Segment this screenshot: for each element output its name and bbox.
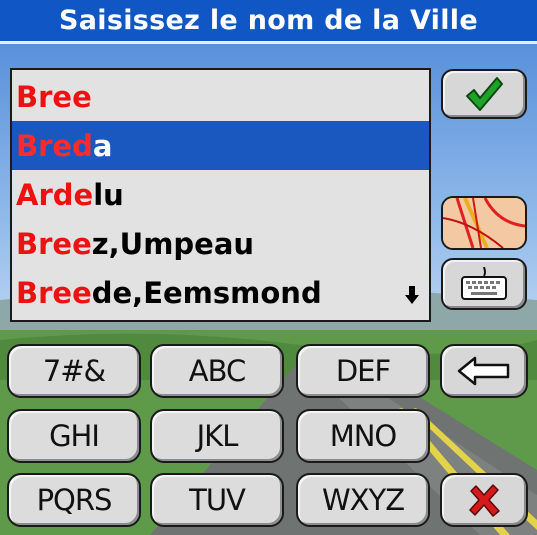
match-rest: z,Umpeau	[91, 226, 255, 261]
key-wxyz[interactable]: WXYZ	[296, 473, 430, 527]
list-item[interactable]: Bree de,Eemsmond	[12, 268, 429, 317]
checkmark-icon	[466, 77, 503, 111]
match-prefix: Bree	[16, 275, 92, 310]
backspace-button[interactable]	[440, 344, 528, 398]
key-abc[interactable]: ABC	[150, 344, 284, 398]
key-jkl[interactable]: JKL	[150, 409, 284, 463]
match-prefix: Bree	[16, 226, 92, 261]
cancel-x-icon	[469, 484, 500, 517]
map-icon	[443, 198, 525, 248]
city-results-list[interactable]: Bree Bred a Arde lu Bree z,Umpeau Bree de,Ee…	[10, 68, 431, 322]
match-prefix: Bred	[16, 128, 93, 163]
match-rest: de,Eemsmond	[91, 275, 322, 310]
list-item[interactable]: Bree z,Umpeau	[12, 219, 429, 268]
backspace-arrow-icon	[457, 356, 510, 386]
cancel-button[interactable]	[440, 473, 528, 527]
match-rest: a	[92, 128, 113, 163]
key-mno[interactable]: MNO	[296, 409, 430, 463]
key-def[interactable]: DEF	[296, 344, 430, 398]
key-7-symbols[interactable]: 7#&	[7, 344, 141, 398]
confirm-button[interactable]	[441, 69, 527, 119]
list-item[interactable]: Bree	[12, 72, 429, 121]
match-prefix: Arde	[16, 177, 94, 212]
map-button[interactable]	[441, 196, 527, 250]
page-title: Saisissez le nom de la Ville	[0, 0, 537, 44]
key-tuv[interactable]: TUV	[150, 473, 284, 527]
key-pqrs[interactable]: PQRS	[7, 473, 141, 527]
match-rest: lu	[93, 177, 124, 212]
keyboard-button[interactable]	[441, 258, 527, 310]
list-item-selected[interactable]: Bred a	[12, 121, 429, 170]
list-item[interactable]: Arde lu	[12, 170, 429, 219]
key-ghi[interactable]: GHI	[7, 409, 141, 463]
city-search-screen: Saisissez le nom de la Ville Bree Bred a …	[0, 0, 537, 535]
match-prefix: Bree	[16, 79, 92, 114]
scroll-down-arrow-icon[interactable]	[405, 286, 419, 304]
keyboard-icon	[461, 267, 507, 300]
